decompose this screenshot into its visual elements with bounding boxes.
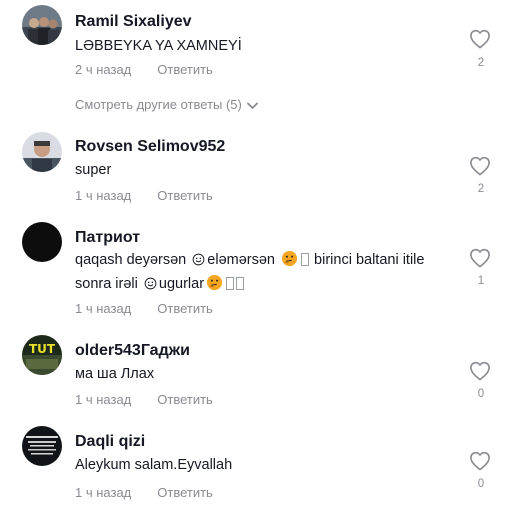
comment-author[interactable]: Патриот <box>75 228 140 248</box>
reply-button[interactable]: Ответить <box>157 188 213 203</box>
comment-time: 1 ч назад <box>75 301 132 316</box>
avatar[interactable] <box>22 426 62 466</box>
reply-button[interactable]: Ответить <box>157 485 213 500</box>
comment-text: qaqash deyərsən eləmərsən birinci baltan… <box>75 248 465 296</box>
avatar[interactable] <box>22 5 62 45</box>
comment-author[interactable]: Rovsen Selimov952 <box>75 137 225 157</box>
comment-time: 2 ч назад <box>75 62 132 77</box>
missing-glyph <box>301 253 310 266</box>
comment-time: 1 ч назад <box>75 392 132 407</box>
comment-text-part: qaqash deyərsən <box>75 252 187 268</box>
comment-meta: 1 ч назад Ответить <box>75 301 213 317</box>
thinking-face-emoji <box>206 274 223 291</box>
like-button[interactable] <box>469 248 493 270</box>
like-count: 2 <box>477 57 485 69</box>
comment-meta: 1 ч назад Ответить <box>75 392 213 408</box>
comment-text: LƏBBEYKA YA XAMNEYİ <box>75 38 242 54</box>
comment-text: Aleykum salam.Eyvallah <box>75 457 233 473</box>
thinking-face-emoji <box>281 250 298 267</box>
comment-time: 1 ч назад <box>75 188 132 203</box>
chevron-down-icon <box>246 102 258 109</box>
heart-outline-icon <box>470 248 490 268</box>
smiley-face-icon <box>192 253 205 266</box>
comment-text-part: birinci baltani itile <box>314 252 425 268</box>
heart-outline-icon <box>470 361 490 381</box>
reply-button[interactable]: Ответить <box>157 392 213 407</box>
comment-meta: 2 ч назад Ответить <box>75 62 213 78</box>
avatar[interactable] <box>22 132 62 172</box>
like-button[interactable] <box>469 29 493 51</box>
comment-text: super <box>75 162 112 178</box>
like-button[interactable] <box>469 451 493 473</box>
comment-author[interactable]: Ramil Sixaliyev <box>75 12 192 32</box>
comment-text-part: ugurlar <box>158 276 205 292</box>
like-count: 0 <box>477 478 485 490</box>
missing-glyph <box>236 277 245 290</box>
comment-author[interactable]: Daqli qizi <box>75 432 145 452</box>
like-count: 0 <box>477 388 485 400</box>
like-button[interactable] <box>469 156 493 178</box>
reply-button[interactable]: Ответить <box>157 62 213 77</box>
view-more-replies-label: Смотреть другие ответы (5) <box>75 97 242 112</box>
reply-button[interactable]: Ответить <box>157 301 213 316</box>
comment-meta: 1 ч назад Ответить <box>75 188 213 204</box>
missing-glyph <box>226 277 235 290</box>
comment-meta: 1 ч назад Ответить <box>75 485 213 501</box>
comment-text-part: sonra irəli <box>75 276 138 292</box>
heart-outline-icon <box>470 451 490 471</box>
view-more-replies-button[interactable]: Смотреть другие ответы (5) <box>75 97 258 113</box>
svg-text:TUT: TUT <box>29 342 56 356</box>
avatar[interactable] <box>22 222 62 262</box>
comment-author[interactable]: older543Гаджи <box>75 341 190 361</box>
like-count: 1 <box>477 275 485 287</box>
heart-outline-icon <box>470 29 490 49</box>
smiley-face-icon <box>144 277 157 290</box>
like-button[interactable] <box>469 361 493 383</box>
avatar[interactable]: TUT <box>22 335 62 375</box>
comment-text: ма ша Ллах <box>75 366 155 382</box>
comment-time: 1 ч назад <box>75 485 132 500</box>
heart-outline-icon <box>470 156 490 176</box>
like-count: 2 <box>477 183 485 195</box>
comment-text-part: eləmərsən <box>207 252 275 268</box>
